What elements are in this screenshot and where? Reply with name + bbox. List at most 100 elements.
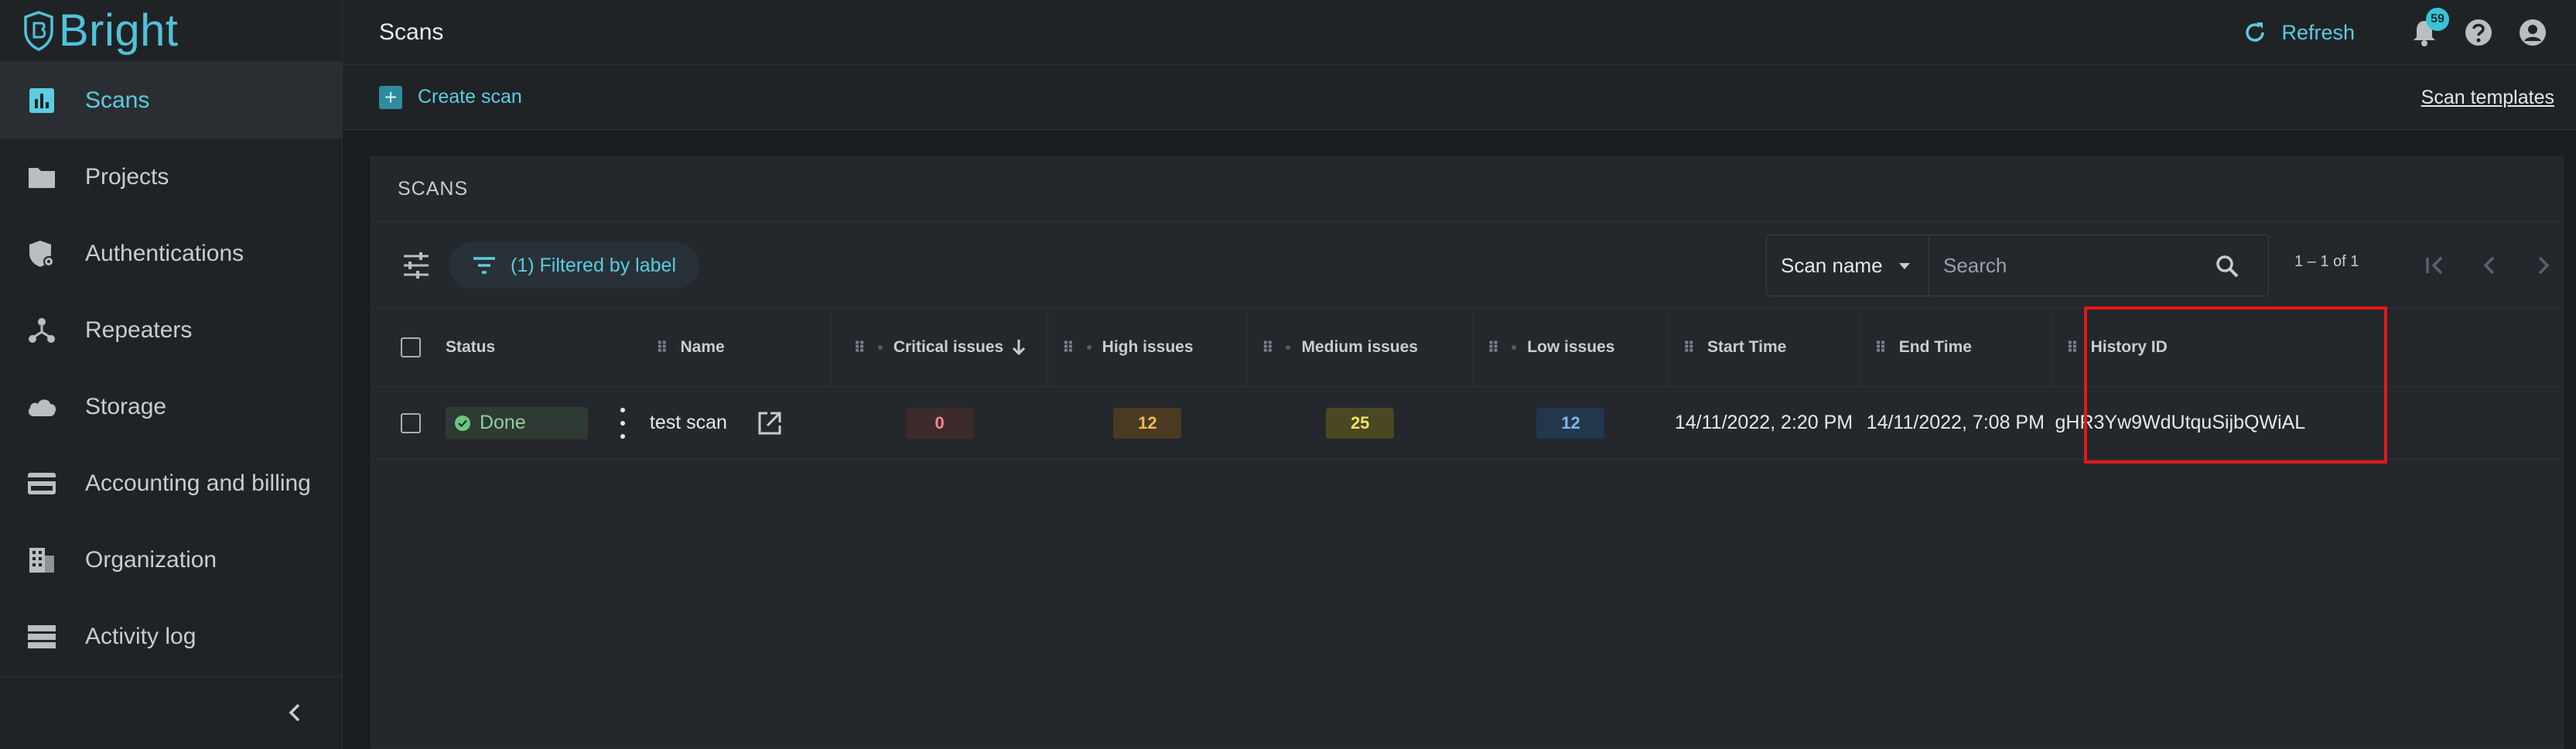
sidebar-item-authentications[interactable]: Authentications — [0, 215, 342, 292]
high-cell: 12 — [1048, 387, 1248, 460]
account-button[interactable] — [2517, 17, 2548, 48]
column-header-name[interactable]: ⠿ Name — [647, 309, 832, 387]
column-label: Medium issues — [1301, 338, 1418, 356]
caret-down-icon — [1899, 263, 1910, 269]
sidebar-item-label: Authentications — [85, 240, 244, 266]
action-bar: + Create scan Scan templates — [343, 65, 2576, 130]
status-cell: Done — [445, 387, 647, 460]
column-header-medium[interactable]: ⠿ Medium issues — [1246, 309, 1474, 387]
low-cell: 12 — [1473, 387, 1669, 460]
bar-chart-icon — [26, 85, 57, 116]
plus-icon: + — [379, 85, 402, 109]
column-label: Low issues — [1527, 338, 1615, 356]
sort-indicator-dot — [1286, 345, 1291, 350]
drag-handle-icon[interactable]: ⠿ — [2066, 338, 2079, 357]
column-header-status[interactable]: Status — [446, 309, 647, 387]
notifications-button[interactable]: 59 — [2409, 8, 2449, 48]
drag-handle-icon[interactable]: ⠿ — [853, 338, 866, 357]
credit-card-icon — [26, 468, 57, 499]
bright-logo-icon — [24, 10, 53, 51]
search-icon[interactable] — [2216, 235, 2246, 297]
sidebar-item-label: Scans — [85, 87, 150, 113]
sidebar: Bright Scans Projects Authentications Re… — [0, 0, 343, 749]
help-icon — [2465, 19, 2492, 46]
sidebar-item-label: Activity log — [85, 623, 196, 649]
sidebar-item-repeaters[interactable]: Repeaters — [0, 292, 342, 368]
check-circle-icon — [454, 415, 470, 431]
notification-count-badge: 59 — [2426, 8, 2449, 31]
create-scan-button[interactable]: + Create scan — [379, 85, 522, 109]
refresh-button[interactable]: Refresh — [2243, 20, 2355, 45]
top-bar: Scans Refresh 59 — [343, 0, 2576, 65]
column-header-low[interactable]: ⠿ Low issues — [1472, 309, 1669, 387]
end-time-cell: 14/11/2022, 7:08 PM — [1866, 412, 2045, 433]
status-badge: Done — [445, 406, 588, 439]
drag-handle-icon[interactable]: ⠿ — [656, 338, 668, 357]
arrow-down-icon[interactable] — [1011, 338, 1027, 357]
panel-title: SCANS — [371, 157, 2563, 222]
search-field-select[interactable]: Scan name — [1767, 235, 1929, 296]
shield-key-icon — [26, 238, 57, 269]
search-group: Scan name — [1766, 234, 2269, 296]
previous-page-icon[interactable] — [2472, 248, 2506, 282]
table-toolbar: (1) Filtered by label Scan name 1 – 1 of… — [371, 222, 2563, 309]
row-checkbox[interactable] — [401, 412, 421, 433]
open-external-icon[interactable] — [757, 410, 783, 436]
name-cell: test scan — [647, 387, 832, 460]
history-id-cell: gHR3Yw9WdUtquSijbQWiAL — [2055, 412, 2306, 433]
user-avatar-icon — [2520, 19, 2546, 46]
sidebar-item-organization[interactable]: Organization — [0, 522, 342, 598]
logo[interactable]: Bright — [0, 0, 342, 62]
sidebar-item-label: Repeaters — [85, 316, 193, 343]
sidebar-item-storage[interactable]: Storage — [0, 368, 342, 445]
drag-handle-icon[interactable]: ⠿ — [1062, 338, 1074, 357]
sidebar-item-label: Accounting and billing — [85, 470, 311, 496]
select-all-checkbox[interactable] — [401, 337, 421, 357]
high-count-badge: 12 — [1113, 407, 1182, 439]
column-header-start-time[interactable]: ⠿ Start Time — [1668, 309, 1860, 387]
brand-name: Bright — [59, 5, 179, 56]
column-header-high[interactable]: ⠿ High issues — [1047, 309, 1248, 387]
chevron-left-icon[interactable] — [280, 697, 311, 728]
label-filter-chip[interactable]: (1) Filtered by label — [449, 242, 699, 289]
sidebar-item-activity-log[interactable]: Activity log — [0, 598, 342, 675]
column-label: Name — [680, 338, 725, 356]
network-icon — [26, 315, 57, 346]
drag-handle-icon[interactable]: ⠿ — [1488, 338, 1500, 357]
medium-count-badge: 25 — [1326, 407, 1395, 439]
low-count-badge: 12 — [1536, 407, 1605, 439]
column-header-history-id[interactable]: ⠿ History ID — [2051, 309, 2563, 387]
column-header-end-time[interactable]: ⠿ End Time — [1860, 309, 2052, 387]
drag-handle-icon[interactable]: ⠿ — [1262, 338, 1274, 357]
sort-indicator-dot — [1512, 345, 1517, 350]
scan-templates-link[interactable]: Scan templates — [2421, 87, 2554, 109]
scan-name[interactable]: test scan — [650, 412, 727, 434]
top-bar-actions: Refresh 59 — [2243, 0, 2548, 65]
sidebar-item-scans[interactable]: Scans — [0, 62, 342, 139]
main-content: Scans Refresh 59 + Create scan Scan temp… — [343, 0, 2576, 749]
sliders-icon[interactable] — [401, 250, 432, 281]
cloud-icon — [26, 392, 57, 422]
sidebar-item-label: Storage — [85, 393, 167, 419]
sidebar-item-label: Organization — [85, 546, 217, 573]
drag-handle-icon[interactable]: ⠿ — [1874, 338, 1887, 357]
first-page-icon[interactable] — [2418, 248, 2452, 282]
sidebar-item-projects[interactable]: Projects — [0, 139, 342, 215]
scans-table: Status ⠿ Name ⠿ Critical issues ⠿ High issu… — [371, 309, 2563, 460]
critical-count-badge: 0 — [905, 407, 974, 439]
column-label: End Time — [1898, 338, 1972, 356]
drag-handle-icon[interactable]: ⠿ — [1683, 338, 1695, 357]
pagination-info: 1 – 1 of 1 — [2294, 253, 2359, 270]
search-input[interactable] — [1929, 235, 2216, 296]
column-label: Critical issues — [893, 338, 1004, 356]
critical-cell: 0 — [832, 387, 1048, 460]
help-button[interactable] — [2463, 17, 2494, 48]
more-vertical-icon[interactable] — [619, 407, 627, 439]
table-row[interactable]: Done test scan 0 12 25 12 14/11/2022, 2:… — [371, 387, 2563, 460]
sidebar-item-accounting-billing[interactable]: Accounting and billing — [0, 445, 342, 522]
sidebar-nav: Scans Projects Authentications Repeaters — [0, 62, 342, 675]
server-list-icon — [26, 621, 57, 652]
column-header-critical[interactable]: ⠿ Critical issues — [831, 309, 1048, 387]
sidebar-footer — [0, 676, 342, 749]
next-page-icon[interactable] — [2526, 248, 2561, 282]
